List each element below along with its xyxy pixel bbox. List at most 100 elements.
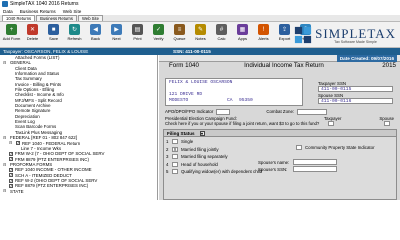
filing-status-row: 2 X Married filing jointly [166,146,219,153]
taxpayer-name: Taxpayer: OSCARSON, FELIX & LOUISE [3,49,89,54]
filing-status-label: Single [181,139,194,144]
save-icon: ■ [48,24,59,35]
filing-status-row: 5 Qualifying widow(er) with dependent chi… [166,168,262,175]
notes-icon: ✎ [195,24,206,35]
next-button[interactable]: ▶ Next [107,24,126,41]
filing-status-label: Married filing separately [181,154,228,159]
filing-status-title: Filing Status [167,130,195,136]
filing-status-checkbox[interactable] [172,169,178,174]
toolbar-label: Notes [195,36,206,41]
calc-icon: # [216,24,227,35]
toolbar-label: Refresh [67,36,82,41]
presidential-campaign-row: Presidential Election Campaign Fund: Che… [165,116,400,128]
collapse-icon[interactable]: ⊟ [9,141,14,145]
filing-status-checkbox[interactable] [172,139,178,144]
chevron-down-icon[interactable]: ▾ [199,130,205,136]
ssn-block: Taxpayer SSN 411-00-0115 Spouse SSN 411-… [318,81,393,105]
tree-item-label: REF 8879 (PTZ ENTERPRISES INC) [15,183,89,189]
form-topline: Date Created: 09/07/2016 [159,55,400,62]
filing-status-checkbox[interactable] [172,154,178,159]
apps-icon: ▦ [237,24,248,35]
apo-field[interactable] [216,108,231,115]
spouse-ssn-field[interactable]: 411-00-0116 [318,98,393,104]
alerts-button[interactable]: ! Alerts [254,24,273,41]
filing-status-row: 4 Head of household [166,161,218,168]
pec-taxpayer-checkbox[interactable] [328,121,334,126]
collapse-icon[interactable]: ⊟ [3,61,8,65]
back-button[interactable]: ◀ Back [86,24,105,41]
city-field[interactable]: MODESTO [169,98,227,104]
menu-item[interactable]: Data [3,9,13,14]
state-field[interactable]: CA [227,98,239,104]
verify-button[interactable]: ✓ Verify [149,24,168,41]
toolbar-label: Queue [173,36,186,41]
filing-status-checkbox[interactable]: X [172,146,178,152]
taxpayer-ssn-field[interactable]: 411-00-0115 [318,86,393,92]
navigation-tree: Attached Forms (LIST) ⊟ GENERAL Client Data… [0,55,158,200]
spouse-ssn-input[interactable] [293,166,337,172]
toolbar-label: Next [112,36,121,41]
checkbox-icon[interactable]: ✓ [16,141,20,146]
notes-button[interactable]: ✎ Notes [191,24,210,41]
checkbox-icon[interactable]: ✓ [9,173,13,178]
community-property-checkbox[interactable] [296,145,302,150]
refresh-button[interactable]: ↻ Refresh [65,24,84,41]
simpletax-logo: SIMPLETAX Tax Software Made Simple [294,22,398,48]
app-icon [2,1,8,7]
window-title: SimpleTAX 1040 2016 Returns [10,1,79,7]
collapse-icon[interactable]: ⊟ [3,135,8,140]
community-property-label: Community Property State Indicator [305,145,375,150]
checkbox-icon[interactable]: ✓ [9,178,13,183]
verify-icon: ✓ [153,24,164,35]
checkbox-icon[interactable]: ✓ [9,167,13,172]
alerts-icon: ! [258,24,269,35]
toolbar-label: Apps [237,36,248,41]
add-form-icon: + [6,24,17,35]
checkbox-icon[interactable]: ✓ [9,183,13,188]
print-button[interactable]: ▤ Print [128,24,147,41]
date-created: Date Created: 09/07/2016 [336,55,397,62]
queue-icon: ≡ [174,24,185,35]
export-button[interactable]: ⇪ Export [275,24,294,41]
combat-zone-label: Combat Zone: [266,109,295,114]
toolbar-label: Alerts [258,36,269,41]
form-header: Form 1040 Individual Income Tax Return 2… [169,62,400,69]
toolbar-label: Add Form [2,36,21,41]
tab-web-site[interactable]: Web Site [77,15,103,21]
pec-boxes [328,121,390,126]
checkbox-icon[interactable]: ✓ [9,151,13,156]
taxpayer-info-bar: Taxpayer: OSCARSON, FELIX & LOUISE SSN: … [0,48,400,55]
collapse-icon[interactable]: ⊟ [3,162,8,167]
queue-button[interactable]: ≡ Queue [170,24,189,41]
address-block[interactable]: FELIX & LOUISE OSCARSON 121 DRIVE RD MOD… [165,78,303,106]
collapse-icon[interactable]: ⊟ [3,189,8,193]
toolbar-label: Export [278,36,291,41]
export-icon: ⇪ [279,24,290,35]
menu-item[interactable]: Business Returns [20,9,56,14]
apps-button[interactable]: ▦ Apps [233,24,252,41]
tree-item[interactable]: ⊟ STATE [0,189,157,194]
toolbar-label: Verify [153,36,164,41]
menu-item[interactable]: Web Site [63,9,82,14]
menu-bar: Data Business Returns Web Site [0,8,400,15]
tab-1040-returns[interactable]: 1040 Returns [2,15,36,21]
zip-field[interactable]: 95350 [239,98,253,104]
brand-mark-icon [294,26,312,44]
delete-button[interactable]: ✕ Delete [23,24,42,41]
add-form-button[interactable]: + Add Form [2,24,21,41]
form-year: 2015 [382,62,396,69]
save-button[interactable]: ■ Save [44,24,63,41]
checkbox-icon[interactable]: ✓ [9,157,13,162]
pec-spouse-checkbox[interactable] [384,121,390,126]
filing-status-label: Qualifying widow(er) with dependent chil… [181,169,263,174]
filing-status-label: Married filing jointly [181,146,219,152]
calc-button[interactable]: # Calc [212,24,231,41]
delete-icon: ✕ [27,24,38,35]
spouse-name-input[interactable] [293,159,337,165]
community-property-row: Community Property State Indicator [296,145,375,150]
toolbar-label: Save [48,36,59,41]
tab-business-returns[interactable]: Business Returns [36,15,77,21]
combat-zone-field[interactable] [297,108,328,115]
filing-status-checkbox[interactable] [172,161,178,167]
toolbar-label: Back [91,36,100,41]
